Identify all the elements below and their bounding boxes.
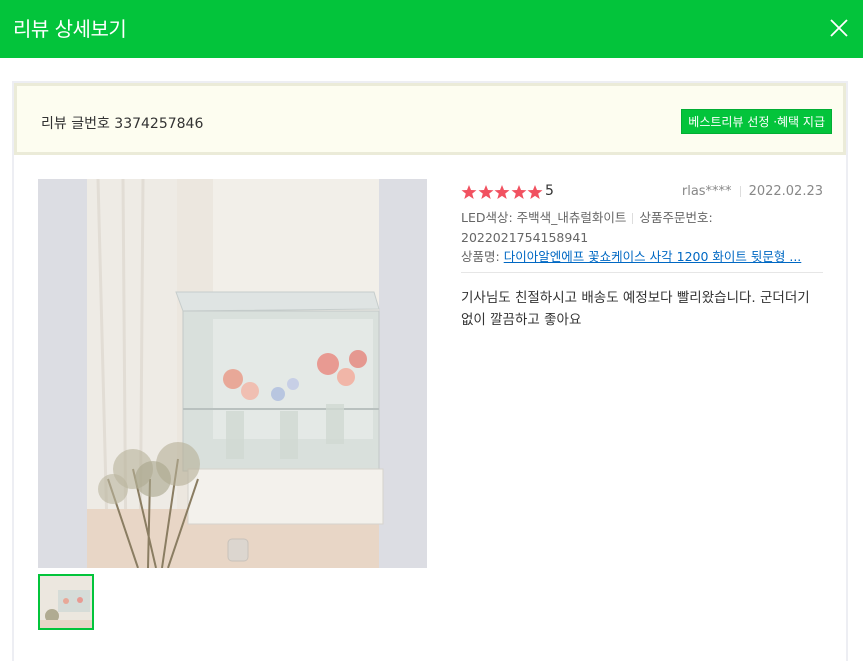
- close-icon[interactable]: [829, 18, 849, 38]
- star-icon: [511, 185, 526, 199]
- photo-thumbnail[interactable]: [38, 574, 94, 630]
- best-review-button[interactable]: 베스트리뷰 선정 ·혜택 지급: [681, 109, 832, 134]
- divider: [632, 213, 634, 224]
- rating-score: 5: [545, 183, 554, 199]
- divider: [739, 186, 741, 197]
- option-text: LED색상: 주백색_내츄럴화이트: [461, 210, 627, 225]
- product-info: 상품명: 다이아알엔에프 꽃쇼케이스 사각 1200 화이트 뒷문형 ...: [461, 249, 823, 265]
- modal-header: 리뷰 상세보기: [0, 0, 863, 58]
- review-date: 2022.02.23: [748, 184, 823, 199]
- reviewer-id: rlas****: [681, 184, 732, 199]
- star-icon: [494, 185, 510, 199]
- review-photo: [38, 179, 427, 568]
- review-author-date: rlas**** 2022.02.23: [682, 184, 823, 199]
- product-link[interactable]: 다이아알엔에프 꽃쇼케이스 사각 1200 화이트 뒷문형 ...: [504, 249, 802, 264]
- product-label: 상품명:: [461, 249, 500, 264]
- review-detail-frame: 리뷰 글번호 3374257846 베스트리뷰 선정 ·혜택 지급 5 rlas…: [12, 81, 848, 661]
- star-icon: [527, 185, 543, 199]
- star-icon: [461, 185, 477, 199]
- review-content: 기사님도 친절하시고 배송도 예정보다 빨리왔습니다. 군더더기 없이 깔끔하고…: [461, 290, 810, 328]
- meta-divider: [461, 272, 823, 273]
- star-icon: [478, 185, 493, 199]
- rating-stars: [461, 184, 544, 200]
- option-info: LED색상: 주백색_내츄럴화이트 상품주문번호: 202202175415894…: [461, 208, 823, 248]
- review-number: 리뷰 글번호 3374257846: [41, 116, 204, 132]
- modal-title: 리뷰 상세보기: [13, 17, 127, 41]
- review-info-bar: 리뷰 글번호 3374257846 베스트리뷰 선정 ·혜택 지급: [14, 83, 846, 155]
